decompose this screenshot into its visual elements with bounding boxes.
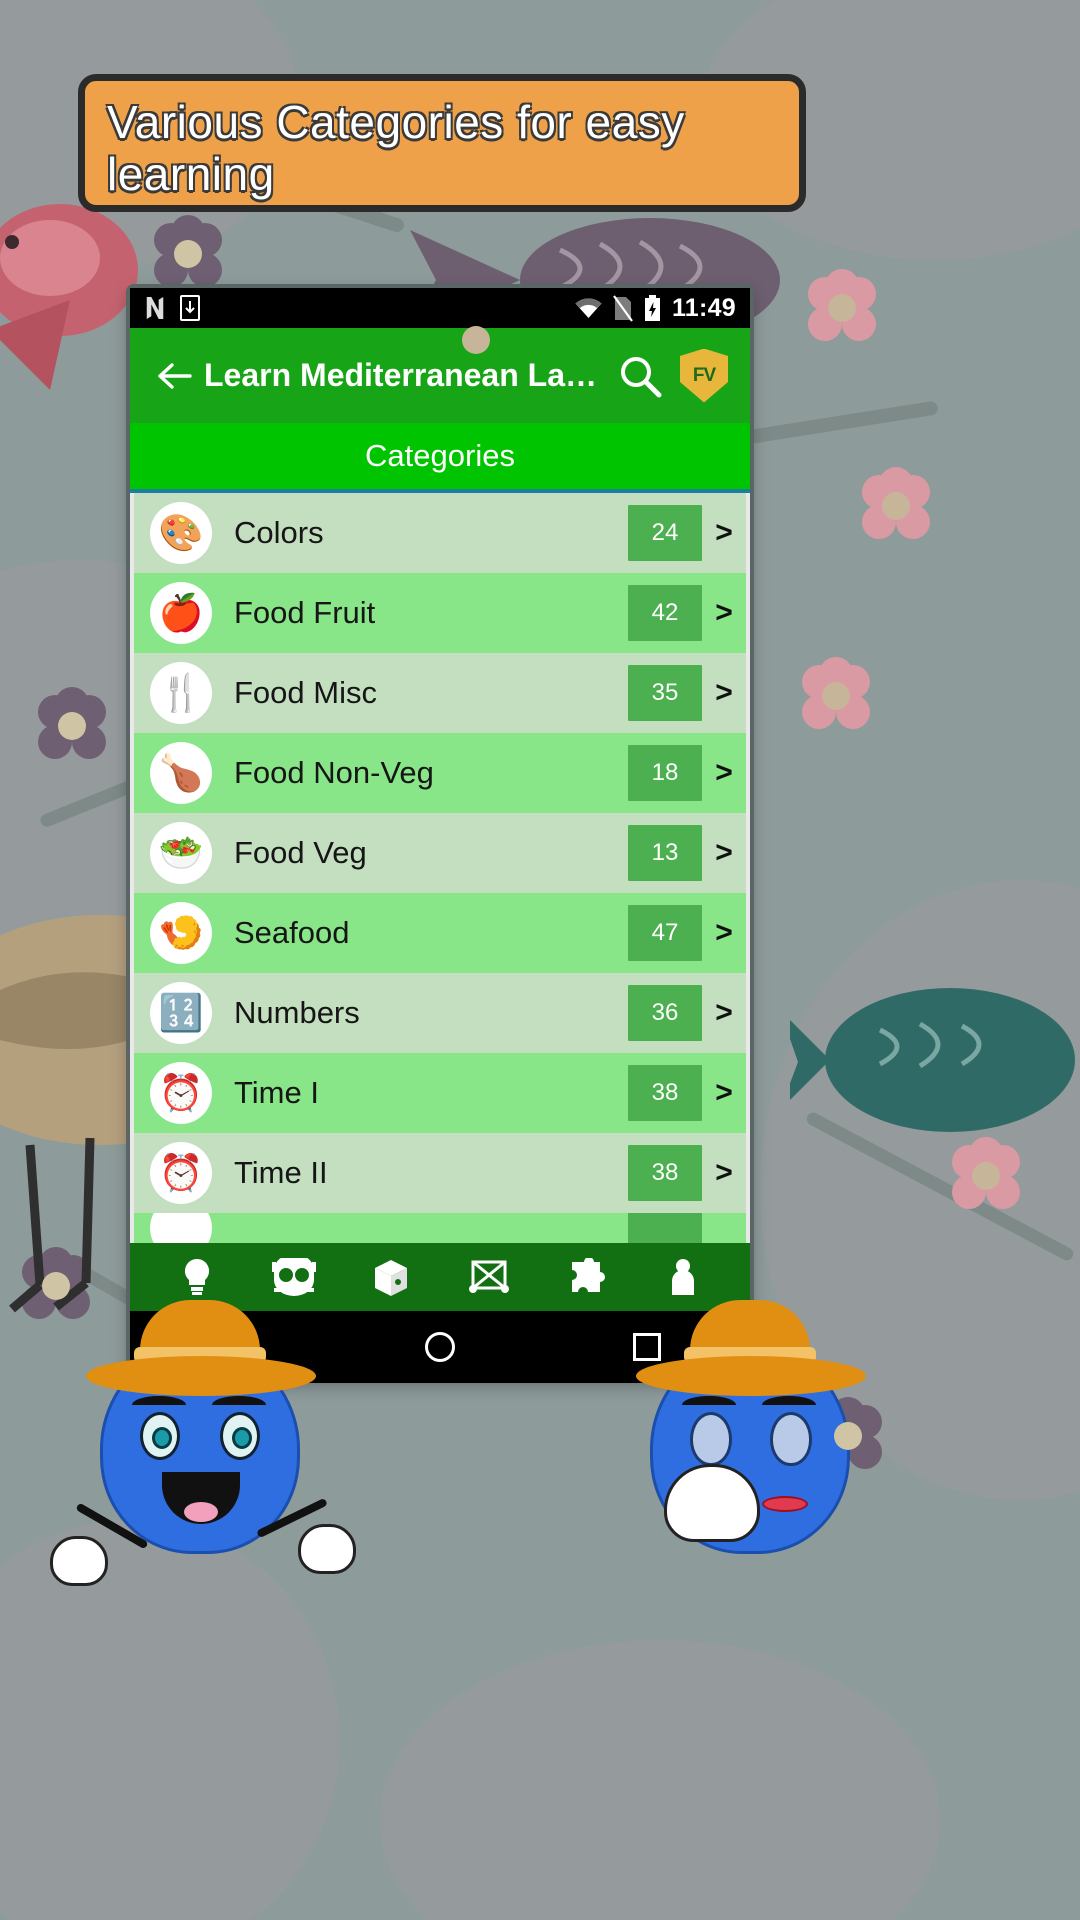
palette-icon: 🎨 xyxy=(150,502,212,564)
puzzle-piece-icon[interactable] xyxy=(560,1254,612,1300)
category-count-badge: 13 xyxy=(628,825,702,881)
chevron-right-icon: > xyxy=(715,516,733,549)
chevron-right-icon: > xyxy=(715,1076,733,1109)
mascot-right xyxy=(636,1300,866,1560)
phone-mockup: 11:49 Learn Mediterranean Lang... FV Cat… xyxy=(130,288,750,1383)
category-row[interactable]: 🍴 Food Misc 35 > xyxy=(134,653,746,733)
chevron-right-icon: > xyxy=(715,996,733,1029)
netflix-n-icon xyxy=(146,297,164,319)
category-count-badge: 36 xyxy=(628,985,702,1041)
poultry-icon: 🍗 xyxy=(150,742,212,804)
category-row[interactable]: ⏰ Time II 38 > xyxy=(134,1133,746,1213)
category-label: Food Veg xyxy=(234,835,367,870)
page-title: Learn Mediterranean Lang... xyxy=(204,357,616,393)
envelope-x-icon[interactable] xyxy=(463,1254,515,1300)
mascot-eye-closed xyxy=(770,1412,812,1466)
categories-list[interactable]: 🎨 Colors 24 > 🍎 Food Fruit 42 > 🍴 Food Misc 35 > 🍗 Fo… xyxy=(130,493,750,1243)
status-bar-right: 11:49 xyxy=(575,294,736,323)
category-label: Time II xyxy=(234,1155,328,1190)
mascot-hat xyxy=(86,1300,316,1396)
mascot-eye xyxy=(140,1412,180,1460)
back-arrow-icon[interactable] xyxy=(152,353,198,399)
wallpaper-blob xyxy=(380,1640,940,1920)
mascot-left xyxy=(50,1300,356,1586)
mascot-glove xyxy=(50,1536,108,1586)
mascot-hand xyxy=(664,1464,760,1542)
category-count-badge: 42 xyxy=(628,585,702,641)
category-row[interactable]: 🍗 Food Non-Veg 18 > xyxy=(134,733,746,813)
wallpaper-flower xyxy=(860,467,932,542)
mascot-glove xyxy=(298,1524,356,1574)
apple-icon: 🍎 xyxy=(150,582,212,644)
categories-rows: 🎨 Colors 24 > 🍎 Food Fruit 42 > 🍴 Food Misc 35 > 🍗 Fo… xyxy=(134,493,746,1243)
mascot-eye-closed xyxy=(690,1412,732,1466)
wallpaper-blob xyxy=(0,1520,340,1920)
category-row[interactable]: 🔢 Numbers 36 > xyxy=(134,973,746,1053)
category-label: Food Non-Veg xyxy=(234,755,434,790)
alarmclock-icon: ⏰ xyxy=(150,1142,212,1204)
search-icon[interactable] xyxy=(616,352,664,400)
category-label: Food Misc xyxy=(234,675,377,710)
category-row[interactable]: 🎨 Colors 24 > xyxy=(134,493,746,573)
wallpaper-flower xyxy=(800,657,872,732)
chevron-right-icon: > xyxy=(715,756,733,789)
status-bar-left xyxy=(144,295,200,321)
status-bar: 11:49 xyxy=(130,288,750,328)
alarmclock-icon: ⏰ xyxy=(150,1062,212,1124)
owl-icon[interactable] xyxy=(268,1254,320,1300)
person-icon[interactable] xyxy=(657,1254,709,1300)
wallpaper-flower xyxy=(806,269,878,344)
wallpaper-bird xyxy=(790,988,1075,1132)
partial-row-icon xyxy=(150,1213,212,1243)
chevron-right-icon: > xyxy=(715,916,733,949)
mascot-hat xyxy=(636,1300,866,1396)
category-row[interactable]: ⏰ Time I 38 > xyxy=(134,1053,746,1133)
battery-icon xyxy=(644,294,660,321)
cutlery-icon: 🍴 xyxy=(150,662,212,724)
category-label: Food Fruit xyxy=(234,595,376,630)
download-icon xyxy=(180,295,200,321)
sim-off-icon xyxy=(613,294,633,322)
category-count-badge: 38 xyxy=(628,1065,702,1121)
mascot-lips xyxy=(762,1496,808,1512)
shrimp-icon: 🍤 xyxy=(150,902,212,964)
vegetables-icon: 🥗 xyxy=(150,822,212,884)
category-count-badge: 24 xyxy=(628,505,702,561)
wallpaper-flower xyxy=(36,687,108,762)
category-count-badge: 18 xyxy=(628,745,702,801)
section-header: Categories xyxy=(130,423,750,493)
brand-logo[interactable]: FV xyxy=(680,348,728,403)
bulb-icon[interactable] xyxy=(171,1254,223,1300)
category-count-badge xyxy=(628,1213,702,1243)
app-bar: Learn Mediterranean Lang... FV xyxy=(130,328,750,423)
category-count-badge: 35 xyxy=(628,665,702,721)
brand-logo-text: FV xyxy=(680,348,728,403)
numbers-icon: 🔢 xyxy=(150,982,212,1044)
open-box-icon[interactable] xyxy=(365,1254,417,1300)
category-label: Numbers xyxy=(234,995,360,1030)
caption-text: Various Categories for easy learning xyxy=(107,96,685,200)
category-count-badge: 47 xyxy=(628,905,702,961)
category-row[interactable]: 🍎 Food Fruit 42 > xyxy=(134,573,746,653)
category-row-partial[interactable] xyxy=(134,1213,746,1243)
category-label: Seafood xyxy=(234,915,350,950)
wifi-icon xyxy=(575,297,602,318)
chevron-right-icon: > xyxy=(715,1156,733,1189)
category-label: Time I xyxy=(234,1075,319,1110)
category-count-badge: 38 xyxy=(628,1145,702,1201)
caption-banner: Various Categories for easy learning xyxy=(78,74,806,212)
chevron-right-icon: > xyxy=(715,596,733,629)
chevron-right-icon: > xyxy=(715,836,733,869)
category-row[interactable]: 🥗 Food Veg 13 > xyxy=(134,813,746,893)
section-header-label: Categories xyxy=(365,438,515,473)
category-label: Colors xyxy=(234,515,324,550)
category-row[interactable]: 🍤 Seafood 47 > xyxy=(134,893,746,973)
status-bar-clock: 11:49 xyxy=(671,293,736,322)
nav-home-icon[interactable] xyxy=(417,1324,463,1370)
chevron-right-icon: > xyxy=(715,676,733,709)
mascot-eye xyxy=(220,1412,260,1460)
